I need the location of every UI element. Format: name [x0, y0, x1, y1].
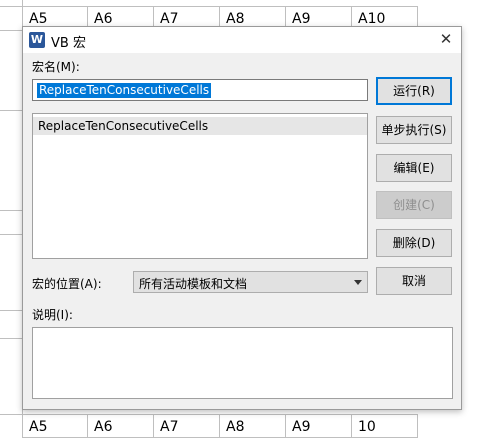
word-app-icon: W: [29, 32, 45, 48]
dialog-title: VB 宏: [51, 36, 86, 51]
sheet-row-bottom: A5 A6 A7 A8 A9 10: [22, 414, 418, 438]
sheet-cell[interactable]: A5: [22, 414, 88, 438]
gridline: [0, 338, 22, 339]
macro-location-label: 宏的位置(A):: [32, 277, 102, 291]
macro-name-label: 宏名(M):: [32, 60, 80, 74]
description-label: 说明(I):: [32, 308, 73, 322]
gridline: [0, 310, 22, 311]
close-icon[interactable]: ✕: [437, 30, 455, 48]
chevron-down-icon: [354, 280, 362, 285]
macro-list[interactable]: ReplaceTenConsecutiveCells: [32, 113, 368, 259]
sheet-cell[interactable]: A9: [286, 414, 352, 438]
description-box: [32, 327, 453, 399]
gridline: [0, 234, 22, 235]
gridline: [0, 110, 22, 111]
sheet-cell[interactable]: A6: [88, 414, 154, 438]
delete-button[interactable]: 删除(D): [376, 229, 452, 257]
create-button[interactable]: 创建(C): [376, 191, 452, 219]
list-item[interactable]: ReplaceTenConsecutiveCells: [33, 117, 367, 135]
dialog-titlebar[interactable]: W VB 宏 ✕: [23, 27, 461, 53]
gridline: [0, 30, 22, 31]
gridline: [0, 210, 22, 211]
gridline: [0, 414, 22, 415]
macro-name-input[interactable]: ReplaceTenConsecutiveCells: [32, 79, 368, 101]
sheet-cell[interactable]: 10: [352, 414, 418, 438]
sheet-cell[interactable]: A7: [154, 414, 220, 438]
macro-location-select[interactable]: 所有活动模板和文档: [133, 271, 368, 293]
macro-name-value: ReplaceTenConsecutiveCells: [37, 83, 212, 98]
edit-button[interactable]: 编辑(E): [376, 154, 452, 182]
macro-location-value: 所有活动模板和文档: [139, 277, 248, 291]
vb-macro-dialog: W VB 宏 ✕ 宏名(M): ReplaceTenConsecutiveCel…: [22, 26, 462, 410]
gridline: [0, 6, 22, 7]
sheet-cell[interactable]: A8: [220, 414, 286, 438]
step-button[interactable]: 单步执行(S): [376, 116, 452, 144]
run-button[interactable]: 运行(R): [376, 77, 452, 105]
cancel-button[interactable]: 取消: [376, 267, 452, 295]
